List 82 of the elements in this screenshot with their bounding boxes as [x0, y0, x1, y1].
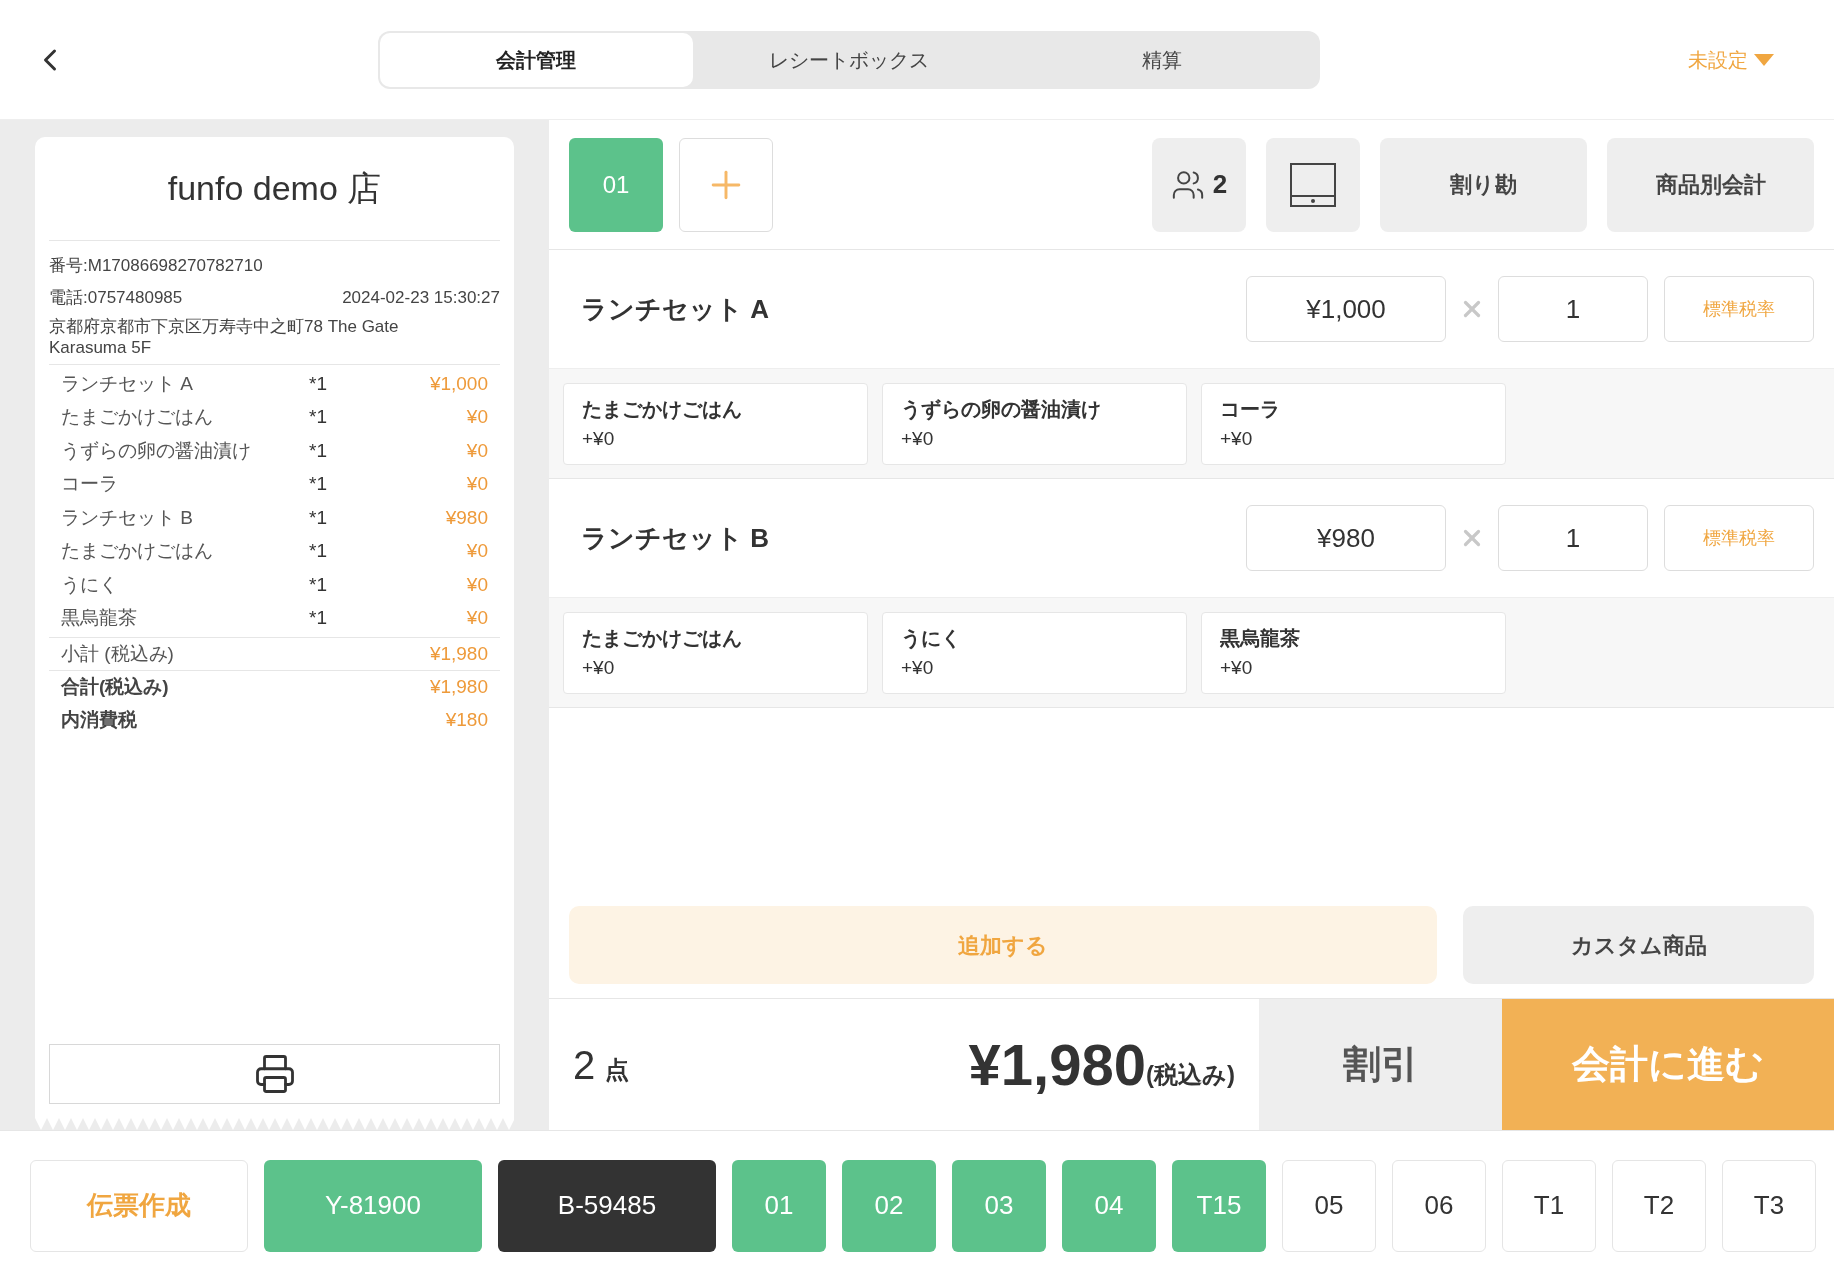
receipt-number: 番号:M17086698270782710 — [49, 255, 264, 277]
line-item-name: 黒烏龍茶 — [61, 606, 138, 630]
line-item-qty: *1 — [309, 572, 328, 597]
guests-button[interactable]: 2 — [1152, 137, 1246, 232]
line-item-price: ¥0 — [466, 606, 488, 630]
total-label: 小計 (税込み) — [61, 641, 174, 666]
receipt-phone: 電話:0757480985 — [49, 286, 183, 309]
option-price: +¥0 — [901, 656, 935, 680]
option-card[interactable]: 黒烏龍茶 +¥0 — [1201, 611, 1506, 694]
caret-icon — [1754, 53, 1774, 66]
line-item-price: ¥1,000 — [429, 371, 488, 396]
tax-note: (税込み) — [1146, 1059, 1235, 1090]
total-label: 合計(税込み) — [61, 675, 169, 700]
line-item-qty: *1 — [309, 505, 328, 530]
total-value: ¥1,980 — [429, 641, 488, 666]
line-item-price: ¥0 — [466, 572, 488, 597]
tablet-icon — [1289, 161, 1337, 208]
table-button[interactable]: B-59485 — [498, 1159, 716, 1252]
option-price: +¥0 — [901, 427, 935, 451]
total-value: ¥180 — [445, 708, 488, 733]
option-name: うずらの卵の醤油漬け — [901, 396, 1102, 423]
line-item-name: うにく — [61, 572, 119, 597]
line-item-name: うずらの卵の醤油漬け — [61, 438, 252, 463]
line-item-price: ¥0 — [466, 472, 488, 496]
receipt-datetime: 2024-02-23 15:30:27 — [342, 286, 500, 309]
line-item-price: ¥980 — [445, 505, 488, 530]
custom-item-button[interactable]: カスタム商品 — [1463, 906, 1814, 984]
action-button[interactable]: 割り勘 — [1380, 137, 1587, 232]
line-item-name: コーラ — [61, 472, 119, 496]
option-card[interactable]: コーラ +¥0 — [1201, 382, 1506, 465]
line-item-qty: *1 — [309, 472, 328, 496]
line-item-name: ランチセット A — [61, 371, 194, 396]
quantity-field[interactable]: 1 — [1498, 276, 1648, 342]
item-name: ランチセット A — [581, 292, 770, 326]
tab[interactable]: 会計管理 — [380, 32, 693, 87]
total-amount: ¥1,980 — [968, 1031, 1146, 1099]
tablet-button[interactable] — [1266, 137, 1360, 232]
line-item-qty: *1 — [309, 539, 328, 563]
option-card[interactable]: うずらの卵の醤油漬け +¥0 — [882, 382, 1187, 465]
tab[interactable]: 精算 — [1005, 32, 1318, 87]
price-field[interactable]: ¥980 — [1246, 505, 1446, 571]
line-item-name: たまごかけごはん — [61, 539, 214, 563]
option-price: +¥0 — [1220, 427, 1254, 451]
total-value: ¥1,980 — [429, 675, 488, 700]
action-button[interactable]: 商品別会計 — [1607, 137, 1814, 232]
table-button[interactable]: T1 — [1502, 1159, 1596, 1252]
option-name: たまごかけごはん — [582, 396, 743, 422]
line-item-qty: *1 — [309, 371, 328, 396]
count-unit: 点 — [605, 1054, 630, 1085]
option-card[interactable]: うにく +¥0 — [882, 611, 1187, 694]
table-button[interactable]: T3 — [1722, 1159, 1816, 1252]
discount-button[interactable]: 割引 — [1259, 999, 1502, 1130]
line-item-name: ランチセット B — [61, 505, 194, 530]
item-name: ランチセット B — [581, 521, 770, 555]
store-name: funfo demo 店 — [49, 137, 500, 241]
quantity-field[interactable]: 1 — [1498, 505, 1648, 571]
line-item-qty: *1 — [309, 405, 328, 429]
option-card[interactable]: たまごかけごはん +¥0 — [563, 382, 868, 465]
table-button[interactable]: T2 — [1612, 1159, 1706, 1252]
option-name: たまごかけごはん — [582, 625, 743, 651]
line-item-price: ¥0 — [466, 539, 488, 563]
line-item-qty: *1 — [309, 606, 328, 630]
option-name: 黒烏龍茶 — [1220, 625, 1301, 651]
table-button[interactable]: 05 — [1282, 1159, 1376, 1252]
receipt-address: 京都府京都市下京区万寿寺中之町78 The Gate Karasuma 5F — [49, 316, 400, 358]
option-price: +¥0 — [1220, 656, 1254, 680]
print-button[interactable] — [49, 1044, 500, 1104]
tab[interactable]: レシートボックス — [692, 32, 1006, 87]
item-count: 2 — [573, 1041, 596, 1089]
option-name: うにく — [901, 625, 962, 651]
option-name: コーラ — [1220, 396, 1281, 422]
line-item-qty: *1 — [309, 438, 328, 463]
price-field[interactable]: ¥1,000 — [1246, 276, 1446, 342]
option-price: +¥0 — [582, 656, 616, 680]
option-price: +¥0 — [582, 427, 616, 451]
line-item-price: ¥0 — [466, 438, 488, 463]
total-label: 内消費税 — [61, 708, 137, 733]
table-button[interactable]: 06 — [1392, 1159, 1486, 1252]
line-item-price: ¥0 — [466, 405, 488, 429]
printer-icon — [253, 1053, 296, 1095]
option-card[interactable]: たまごかけごはん +¥0 — [563, 611, 868, 694]
line-item-name: たまごかけごはん — [61, 405, 214, 429]
